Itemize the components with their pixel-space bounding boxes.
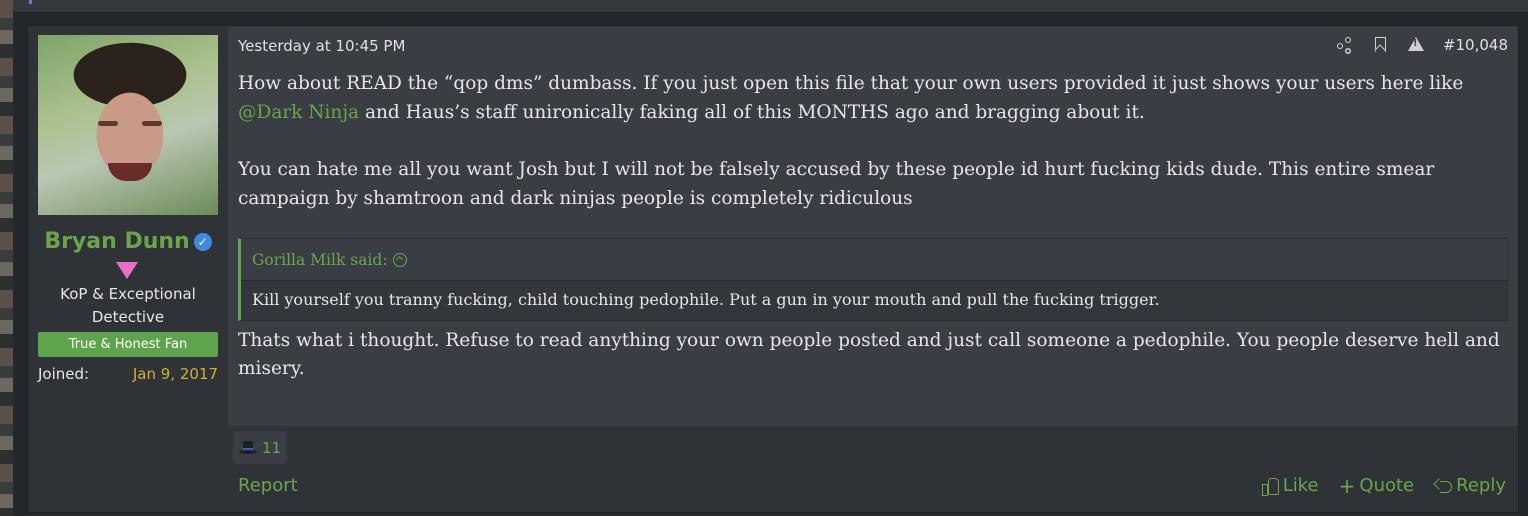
avatar-eye <box>142 121 162 126</box>
avatar-mouth <box>108 163 152 181</box>
top-hat-icon <box>239 440 257 455</box>
body-paragraph-1: How about READ the “qop dms” dumbass. If… <box>238 70 1508 127</box>
quote-block: Gorilla Milk said: Kill yourself you tra… <box>238 238 1508 321</box>
body-paragraph-3: Thats what i thought. Refuse to read any… <box>238 329 1500 380</box>
quote-text: Kill yourself you tranny fucking, child … <box>241 280 1507 320</box>
post-timestamp[interactable]: Yesterday at 10:45 PM <box>238 37 405 55</box>
like-label: Like <box>1282 475 1319 496</box>
previous-post-edge <box>13 0 1528 13</box>
user-info-column: Bryan Dunn ✓ KoP & Exceptional Detective … <box>28 26 228 512</box>
avatar[interactable] <box>38 35 218 215</box>
quote-author[interactable]: Gorilla Milk said: <box>252 251 388 269</box>
report-warning-icon[interactable] <box>1407 36 1425 54</box>
plus-icon: + <box>1338 473 1356 498</box>
post-footer-actions: Like + Quote Reply <box>1261 475 1506 496</box>
body-paragraph-2: You can hate me all you want Josh but I … <box>238 159 1435 209</box>
post-main: Yesterday at 10:45 PM #10,048 How about … <box>228 26 1518 426</box>
quote-button[interactable]: + Quote <box>1339 475 1415 496</box>
body-p1-b: and Haus’s staff unironically faking all… <box>359 101 1145 123</box>
user-title-line2: Detective <box>91 308 165 326</box>
arrow-up-circle-icon[interactable] <box>392 253 407 267</box>
report-link[interactable]: Report <box>238 475 298 496</box>
post-number[interactable]: #10,048 <box>1443 36 1508 54</box>
like-button[interactable]: Like <box>1261 475 1319 496</box>
edge-marker <box>29 0 32 4</box>
joined-label: Joined: <box>38 365 90 383</box>
user-banner: True & Honest Fan <box>38 332 218 357</box>
user-title: KoP & Exceptional Detective <box>38 283 218 329</box>
body-p1-a: How about READ the “qop dms” dumbass. If… <box>238 73 1464 94</box>
reply-label: Reply <box>1456 475 1506 496</box>
username-text[interactable]: Bryan Dunn <box>44 229 189 254</box>
avatar-eye <box>98 121 118 126</box>
reaction-count[interactable]: 11 <box>262 439 281 457</box>
quote-label: Quote <box>1359 475 1415 496</box>
reply-button[interactable]: Reply <box>1434 475 1506 496</box>
share-icon[interactable] <box>1335 36 1353 54</box>
background-page-strip <box>0 0 13 516</box>
quote-header[interactable]: Gorilla Milk said: <box>241 239 1507 281</box>
thumbs-up-icon <box>1261 477 1279 496</box>
user-title-line1: KoP & Exceptional <box>60 285 196 303</box>
reactions-summary[interactable]: 11 <box>233 431 287 464</box>
forum-post: Bryan Dunn ✓ KoP & Exceptional Detective … <box>27 25 1519 513</box>
joined-value: Jan 9, 2017 <box>132 365 218 383</box>
post-top-actions: #10,048 <box>1335 36 1508 54</box>
user-mention-link[interactable]: @Dark Ninja <box>238 102 359 123</box>
verified-check-icon: ✓ <box>193 233 212 251</box>
post-body: How about READ the “qop dms” dumbass. If… <box>238 70 1508 384</box>
pink-triangle-icon <box>116 262 138 279</box>
username[interactable]: Bryan Dunn ✓ <box>28 229 228 254</box>
bookmark-icon[interactable] <box>1371 36 1389 54</box>
reply-arrow-icon <box>1434 478 1453 494</box>
